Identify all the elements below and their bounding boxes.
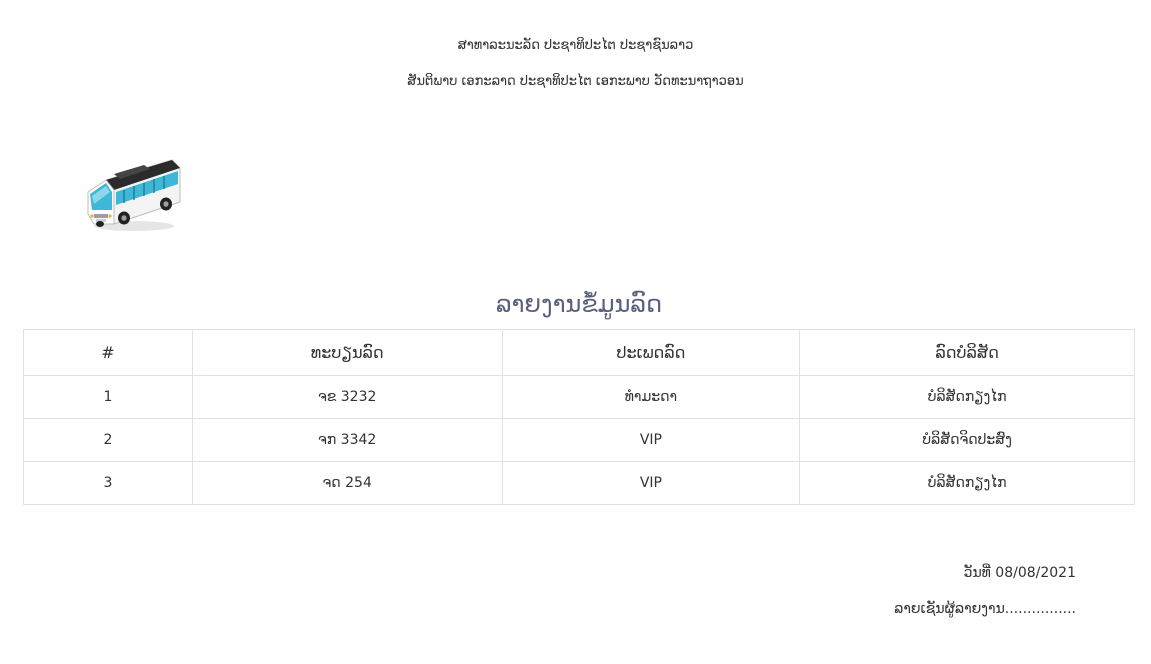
cell-number: 1 [23,375,193,419]
cell-plate: ຈຂ 3232 [191,375,503,419]
report-title: ລາຍງານຂໍ້ມູນລົດ [495,290,663,318]
cell-plate: ຈດ 254 [191,461,503,505]
cell-type: VIP [501,461,801,505]
cell-type: ທຳມະດາ [501,375,801,419]
table-header-row: # ທະບຽນລົດ ປະເພດລົດ ລົດບໍລິສັດ [23,329,1135,376]
reporter-signature-line: ລາຍເຊັນຜູ້ລາຍງານ................ [894,601,1076,617]
header-line-1: ສາທາລະນະລັດ ປະຊາທິປະໄຕ ປະຊາຊົນລາວ [457,38,694,53]
cell-company: ບໍລິສັດກຽງໄກ [799,461,1135,505]
column-header-type: ປະເພດລົດ [501,329,801,376]
cell-company: ບໍລິສັດຈິດປະສົງ [799,418,1135,462]
cell-type: VIP [501,418,801,462]
report-date: ວັນທີ່ 08/08/2021 [963,565,1076,581]
column-header-company: ລົດບໍລິສັດ [799,329,1135,376]
cell-number: 3 [23,461,193,505]
cell-plate: ຈກ 3342 [191,418,503,462]
table-row: 3 ຈດ 254 VIP ບໍລິສັດກຽງໄກ [23,461,1135,505]
vehicle-report-table: # ທະບຽນລົດ ປະເພດລົດ ລົດບໍລິສັດ 1 ຈຂ 3232… [23,329,1135,505]
cell-number: 2 [23,418,193,462]
column-header-number: # [23,329,193,376]
cell-company: ບໍລິສັດກຽງໄກ [799,375,1135,419]
column-header-plate: ທະບຽນລົດ [191,329,503,376]
table-row: 1 ຈຂ 3232 ທຳມະດາ ບໍລິສັດກຽງໄກ [23,375,1135,419]
bus-icon [84,152,184,234]
table-row: 2 ຈກ 3342 VIP ບໍລິສັດຈິດປະສົງ [23,418,1135,462]
header-line-2: ສັນຕິພາບ ເອກະລາດ ປະຊາທິປະໄຕ ເອກະພາບ ວັດທ… [407,74,744,89]
